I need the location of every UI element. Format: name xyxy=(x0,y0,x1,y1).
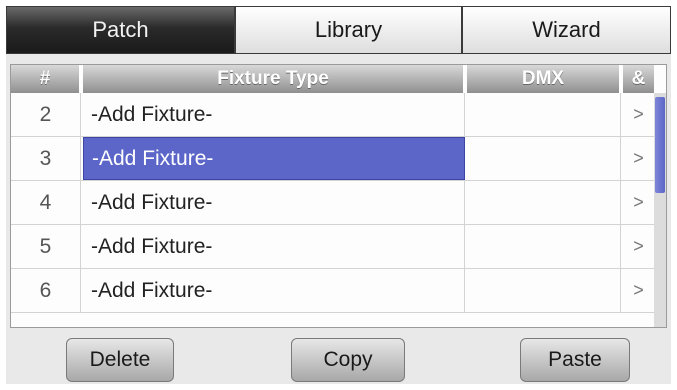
table-row[interactable]: 2 -Add Fixture- > xyxy=(11,93,654,137)
row-arrow-button[interactable]: > xyxy=(623,181,654,224)
fixture-type-cell[interactable]: -Add Fixture- xyxy=(83,269,465,312)
row-number: 3 xyxy=(11,137,81,180)
column-header-extra: & xyxy=(623,65,654,93)
patch-window: Patch Library Wizard # Fixture Type DMX … xyxy=(6,6,671,384)
tab-wizard[interactable]: Wizard xyxy=(462,6,671,54)
row-arrow-button[interactable]: > xyxy=(623,93,654,136)
column-header-number: # xyxy=(11,65,81,93)
fixture-table: # Fixture Type DMX & 2 -Add Fixture- > 3… xyxy=(10,64,667,328)
table-row[interactable]: 3 -Add Fixture- > xyxy=(11,137,654,181)
row-number: 4 xyxy=(11,181,81,224)
row-number: 2 xyxy=(11,93,81,136)
tab-library[interactable]: Library xyxy=(235,6,462,54)
fixture-type-cell-selected[interactable]: -Add Fixture- xyxy=(83,137,465,180)
dmx-cell[interactable] xyxy=(467,93,621,136)
tab-patch[interactable]: Patch xyxy=(6,6,235,54)
table-row[interactable]: 6 -Add Fixture- > xyxy=(11,269,654,313)
dmx-cell[interactable] xyxy=(467,269,621,312)
row-number: 5 xyxy=(11,225,81,268)
delete-button[interactable]: Delete xyxy=(66,338,174,382)
fixture-type-cell[interactable]: -Add Fixture- xyxy=(83,181,465,224)
vertical-scrollbar[interactable] xyxy=(654,93,666,327)
tab-bar: Patch Library Wizard xyxy=(6,6,671,54)
row-arrow-button[interactable]: > xyxy=(623,137,654,180)
dmx-cell[interactable] xyxy=(467,137,621,180)
column-header-fixture-type: Fixture Type xyxy=(83,65,465,93)
dmx-cell[interactable] xyxy=(467,181,621,224)
paste-button[interactable]: Paste xyxy=(520,338,630,382)
row-arrow-button[interactable]: > xyxy=(623,269,654,312)
column-header-dmx: DMX xyxy=(467,65,621,93)
table-row[interactable]: 4 -Add Fixture- > xyxy=(11,181,654,225)
dmx-cell[interactable] xyxy=(467,225,621,268)
copy-button[interactable]: Copy xyxy=(291,338,405,382)
row-arrow-button[interactable]: > xyxy=(623,225,654,268)
scrollbar-thumb[interactable] xyxy=(655,97,665,193)
fixture-type-cell[interactable]: -Add Fixture- xyxy=(83,93,465,136)
row-number: 6 xyxy=(11,269,81,312)
fixture-type-cell[interactable]: -Add Fixture- xyxy=(83,225,465,268)
table-row[interactable]: 5 -Add Fixture- > xyxy=(11,225,654,269)
